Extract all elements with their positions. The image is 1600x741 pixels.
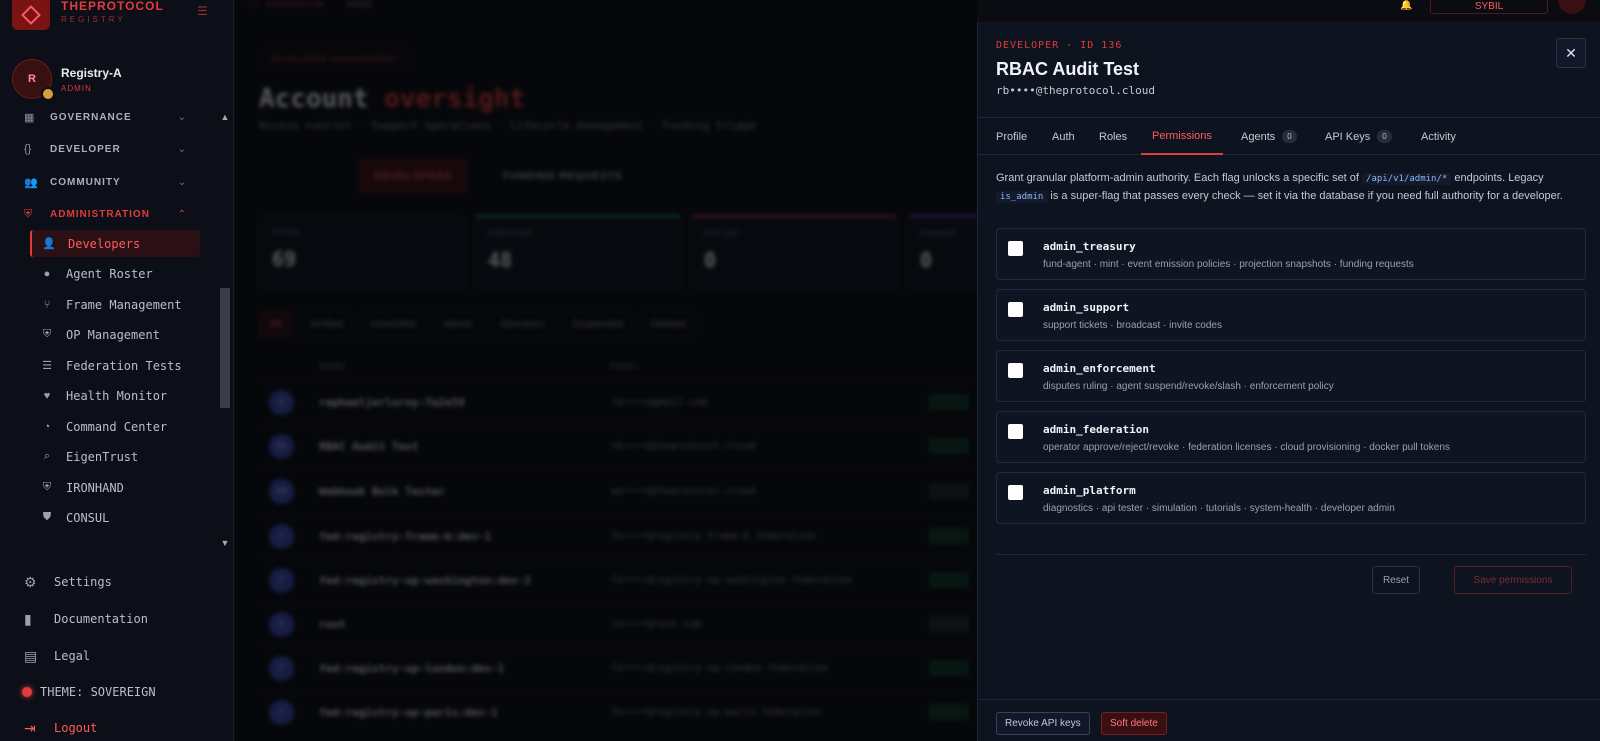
soft-delete-button[interactable]: Soft delete [1101,712,1167,735]
grid-icon: ▦ [24,111,35,124]
logout-icon: ⇥ [24,719,36,736]
people-icon: 👥 [24,176,38,189]
sidebar-item-health-monitor[interactable]: ♥ Health Monitor [30,382,200,409]
permission-admin-treasury[interactable]: admin_treasury fund-agent · mint · event… [996,228,1586,280]
legal-link[interactable]: ▤ Legal [24,646,90,666]
coin-badge-icon [41,87,55,101]
divider [996,554,1586,555]
sidebar-item-command-center[interactable]: ◔ Command Center [30,413,200,440]
tab-profile[interactable]: Profile [987,118,1036,155]
chevron-up-icon: ⌃ [177,208,186,220]
collapse-sidebar-icon[interactable]: ☰ [197,4,211,18]
sidebar-item-op-management[interactable]: ⛨ OP Management [30,321,200,348]
code-braces-icon: {} [24,143,32,155]
permission-admin-federation[interactable]: admin_federation operator approve/reject… [996,411,1586,463]
permission-admin-support[interactable]: admin_support support tickets · broadcas… [996,289,1586,341]
scroll-down-icon[interactable]: ▼ [220,538,230,548]
chevron-down-icon: ⌄ [177,176,186,188]
save-permissions-button[interactable]: Save permissions [1454,566,1572,594]
nav-group-developer[interactable]: {} DEVELOPER ⌄ [24,141,194,157]
drawer-title: RBAC Audit Test [996,59,1139,79]
policy-icon: ⛊ [42,511,52,523]
settings-link[interactable]: ⚙ Settings [24,572,112,592]
api-path-code: /api/v1/admin/* [1362,173,1452,185]
is-admin-code: is_admin [996,191,1048,203]
api-keys-count-badge: 0 [1377,130,1392,143]
server-icon: ☰ [42,360,52,372]
brand[interactable]: THEPROTOCOL REGISTRY [12,0,164,30]
bell-icon[interactable]: 🔔 [1400,0,1414,11]
sidebar-item-ironhand[interactable]: ⛨ IRONHAND [30,474,200,501]
theme-toggle[interactable]: THEME: SOVEREIGN [20,682,156,702]
permission-admin-enforcement[interactable]: admin_enforcement disputes ruling · agen… [996,350,1586,402]
nav-group-governance[interactable]: ▦ GOVERNANCE ⌄ [24,109,194,125]
permissions-description: Grant granular platform-admin authority.… [996,172,1563,203]
tab-activity[interactable]: Activity [1411,118,1466,155]
user-name: Registry-A [61,65,122,80]
sidebar: THEPROTOCOL REGISTRY ☰ R Registry-A ADMI… [0,0,234,741]
tab-api-keys[interactable]: API Keys 0 [1315,118,1402,155]
brand-name: THEPROTOCOL [61,0,164,13]
book-icon: ▮ [24,610,32,627]
document-icon: ▤ [24,647,38,664]
radar-icon: ◔ [43,420,51,433]
avatar[interactable] [1558,0,1586,14]
theme-dot-icon [22,687,32,697]
user-role: ADMIN [61,83,92,93]
shield-icon: ⛨ [42,481,52,493]
close-button[interactable]: ✕ [1556,38,1586,68]
drawer-kicker: DEVELOPER · ID 136 [996,40,1123,51]
nav-group-administration[interactable]: ⛨ ADMINISTRATION ⌃ [24,206,194,222]
checkbox[interactable] [1008,363,1023,378]
tab-agents[interactable]: Agents 0 [1231,118,1307,155]
user-card[interactable]: R Registry-A ADMIN [12,59,122,101]
heart-pulse-icon: ♥ [43,389,51,402]
reset-button[interactable]: Reset [1372,566,1420,594]
search-shield-icon: ⌕ [43,450,51,462]
permission-admin-platform[interactable]: admin_platform diagnostics · api tester … [996,472,1586,524]
sidebar-scrollbar[interactable]: ▲ ▼ [220,108,230,552]
drawer-tabs: Profile Auth Roles Permissions Agents 0 A… [978,117,1600,155]
sidebar-item-frame-management[interactable]: ⑂ Frame Management [30,291,200,318]
checkbox[interactable] [1008,302,1023,317]
sybil-dropdown[interactable]: SYBIL [1430,0,1548,14]
nav-group-community[interactable]: 👥 COMMUNITY ⌄ [24,174,194,190]
developer-drawer: DEVELOPER · ID 136 RBAC Audit Test rb•••… [977,22,1600,741]
logout-link[interactable]: ⇥ Logout [24,718,97,738]
checkbox[interactable] [1008,424,1023,439]
user-add-icon: 👤 [42,238,56,250]
scroll-up-icon[interactable]: ▲ [220,112,230,122]
shield-icon: ⛨ [24,207,33,220]
sidebar-item-agent-roster[interactable]: ● Agent Roster [30,260,200,287]
scrollbar-thumb[interactable] [220,288,230,408]
checkbox[interactable] [1008,241,1023,256]
drawer-email: rb••••@theprotocol.cloud [996,84,1155,97]
shield-icon: ⛨ [42,328,52,340]
checkbox[interactable] [1008,485,1023,500]
branch-icon: ⑂ [43,298,51,311]
tab-permissions[interactable]: Permissions [1141,118,1223,155]
divider [978,699,1600,700]
person-icon: ● [43,267,51,280]
chevron-down-icon: ⌄ [177,143,186,155]
sidebar-item-federation-tests[interactable]: ☰ Federation Tests [30,352,200,379]
agents-count-badge: 0 [1282,130,1297,143]
sidebar-item-developers[interactable]: 👤 Developers [30,230,200,257]
close-icon: ✕ [1565,44,1577,61]
sidebar-item-consul[interactable]: ⛊ CONSUL [30,504,200,531]
gear-icon: ⚙ [24,573,37,590]
brand-sub: REGISTRY [61,15,126,24]
avatar: R [12,59,55,101]
sidebar-nav: ▦ GOVERNANCE ⌄ {} DEVELOPER ⌄ 👥 COMMUNIT… [0,108,220,552]
revoke-api-keys-button[interactable]: Revoke API keys [996,712,1090,735]
tab-auth[interactable]: Auth [1042,118,1085,155]
tab-roles[interactable]: Roles [1089,118,1137,155]
documentation-link[interactable]: ▮ Documentation [24,609,148,629]
brand-logo-icon [12,0,50,30]
sidebar-item-eigentrust[interactable]: ⌕ EigenTrust [30,443,200,470]
modal-backdrop[interactable] [235,0,977,741]
chevron-down-icon: ⌄ [177,111,186,123]
